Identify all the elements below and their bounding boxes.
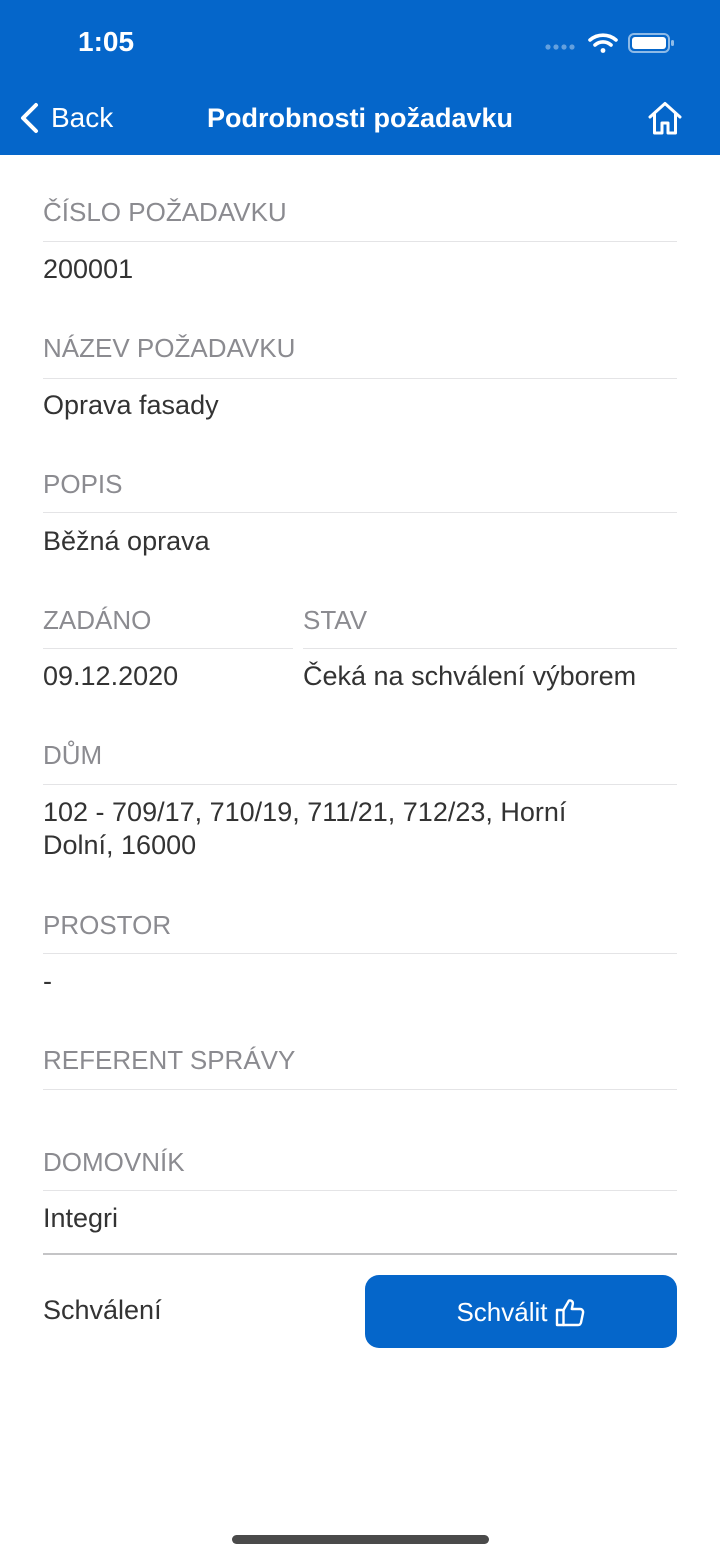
request-name-label: NÁZEV POŽADAVKU bbox=[43, 333, 296, 363]
back-button[interactable]: Back bbox=[16, 98, 113, 138]
app-header: 1:05 Back Podrobnosti požadavku bbox=[0, 0, 720, 155]
caretaker-label: DOMOVNÍK bbox=[43, 1147, 185, 1177]
section-divider bbox=[43, 1253, 677, 1255]
divider bbox=[43, 1089, 677, 1090]
submitted-value: 09.12.2020 bbox=[43, 661, 179, 691]
description-label: POPIS bbox=[43, 469, 123, 499]
divider bbox=[43, 378, 677, 379]
divider bbox=[303, 648, 677, 649]
home-indicator[interactable] bbox=[232, 1535, 489, 1544]
thumbs-up-icon bbox=[555, 1298, 584, 1326]
approve-button-label: Schválit bbox=[456, 1296, 548, 1327]
wifi-icon bbox=[588, 33, 618, 53]
house-value: 102 - 709/17, 710/19, 711/21, 712/23, Ho… bbox=[43, 797, 567, 860]
request-number-value: 200001 bbox=[43, 254, 134, 284]
status-label: STAV bbox=[303, 605, 368, 635]
property-manager-label: REFERENT SPRÁVY bbox=[43, 1045, 296, 1075]
page-title: Podrobnosti požadavku bbox=[206, 103, 514, 133]
divider bbox=[43, 241, 677, 242]
submitted-label: ZADÁNO bbox=[43, 605, 152, 635]
divider bbox=[43, 953, 677, 954]
back-label: Back bbox=[51, 102, 114, 133]
request-name-value: Oprava fasady bbox=[43, 390, 219, 420]
description-value: Běžná oprava bbox=[43, 526, 210, 556]
battery-icon bbox=[628, 33, 674, 53]
status-icons bbox=[545, 33, 674, 53]
divider bbox=[43, 1190, 677, 1191]
home-icon[interactable] bbox=[646, 99, 684, 137]
space-label: PROSTOR bbox=[43, 910, 172, 940]
request-number-label: ČÍSLO POŽADAVKU bbox=[43, 197, 287, 227]
divider bbox=[43, 512, 677, 513]
approve-button[interactable]: Schválit bbox=[365, 1275, 677, 1348]
status-time: 1:05 bbox=[78, 26, 135, 57]
space-value: - bbox=[43, 966, 52, 996]
house-label: DŮM bbox=[43, 740, 103, 770]
signal-icon bbox=[545, 44, 575, 50]
caretaker-value: Integri bbox=[43, 1203, 119, 1233]
divider bbox=[43, 784, 677, 785]
status-value: Čeká na schválení výborem bbox=[303, 661, 637, 691]
approval-label: Schválení bbox=[43, 1295, 162, 1325]
divider bbox=[43, 648, 293, 649]
chevron-left-icon bbox=[21, 103, 38, 133]
